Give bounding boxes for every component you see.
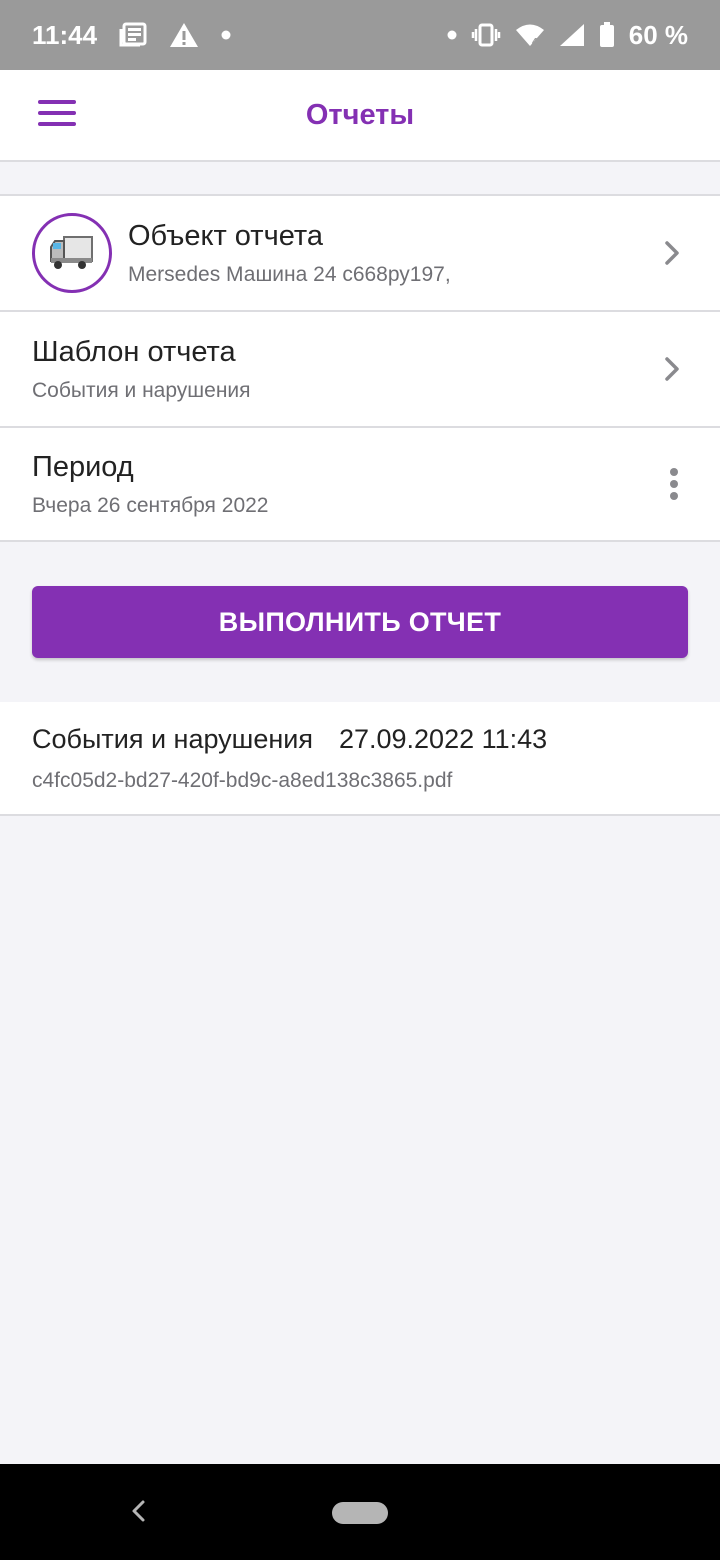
report-period-text: Период Вчера 26 сентября 2022: [32, 451, 668, 518]
report-object-title: Объект отчета: [128, 219, 323, 252]
run-report-button[interactable]: ВЫПОЛНИТЬ ОТЧЕТ: [32, 586, 688, 658]
signal-icon: [559, 23, 585, 47]
report-template-title: Шаблон отчета: [32, 335, 236, 368]
more-vert-icon[interactable]: [668, 467, 680, 501]
report-settings-list: Объект отчета Mersedes Машина 24 с668ру1…: [0, 194, 720, 542]
wifi-icon: 4: [515, 23, 545, 47]
svg-text:4: 4: [532, 37, 538, 47]
status-right: 4 60 %: [447, 20, 688, 51]
status-left: 11:44: [32, 20, 231, 51]
status-bar: 11:44 4 60 %: [0, 0, 720, 70]
report-object-text: Объект отчета Mersedes Машина 24 с668ру1…: [128, 220, 664, 287]
report-item-datetime: 27.09.2022 11:43: [338, 724, 548, 754]
chevron-right-icon[interactable]: [664, 240, 680, 266]
warning-icon: [169, 22, 199, 48]
app-bar: Отчеты: [0, 70, 720, 162]
report-item-file: c4fc05d2-bd27-420f-bd9c-a8ed138c3865.pdf: [32, 769, 453, 792]
truck-icon: [49, 231, 95, 276]
report-item-header: События и нарушения 27.09.2022 11:43: [32, 724, 688, 755]
chevron-right-icon[interactable]: [664, 356, 680, 382]
report-period-title: Период: [32, 450, 134, 483]
report-object-subtitle: Mersedes Машина 24 с668ру197,: [128, 262, 451, 286]
report-period-row[interactable]: Период Вчера 26 сентября 2022: [0, 426, 720, 540]
home-pill-button[interactable]: [332, 1502, 388, 1524]
back-icon[interactable]: [126, 1498, 152, 1529]
report-object-row[interactable]: Объект отчета Mersedes Машина 24 с668ру1…: [0, 196, 720, 310]
system-nav-bar: [0, 1464, 720, 1560]
report-period-subtitle: Вчера 26 сентября 2022: [32, 493, 269, 517]
object-avatar: [32, 213, 112, 293]
hamburger-icon[interactable]: [38, 96, 76, 130]
status-time: 11:44: [32, 19, 98, 50]
page-title: Отчеты: [305, 98, 415, 131]
report-template-text: Шаблон отчета События и нарушения: [32, 336, 664, 403]
report-template-subtitle: События и нарушения: [32, 378, 251, 402]
report-template-row[interactable]: Шаблон отчета События и нарушения: [0, 310, 720, 426]
battery-icon: [599, 22, 615, 48]
dot-icon: [447, 30, 457, 40]
report-item-name: События и нарушения: [32, 724, 313, 754]
battery-percent: 60 %: [628, 19, 688, 50]
vibrate-icon: [471, 23, 501, 47]
report-list-item[interactable]: События и нарушения 27.09.2022 11:43 c4f…: [0, 702, 720, 816]
news-icon: [119, 22, 147, 48]
dot-icon: [221, 30, 231, 40]
